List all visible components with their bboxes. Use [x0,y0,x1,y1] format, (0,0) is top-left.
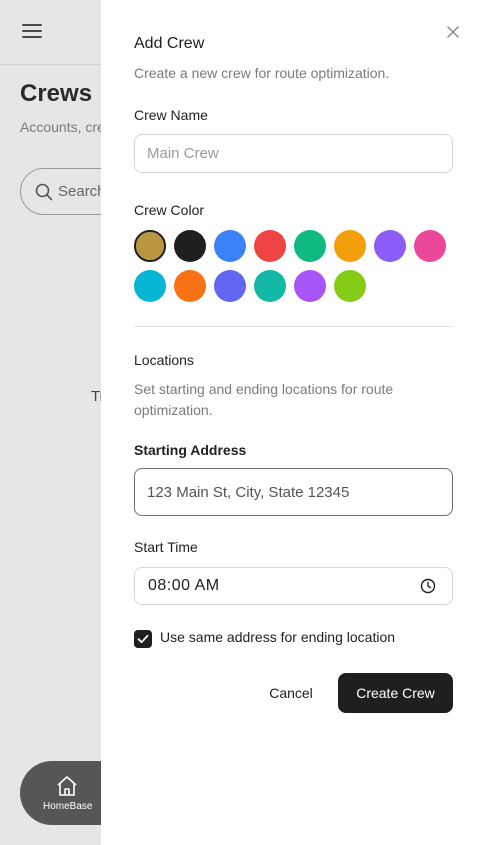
color-swatch[interactable] [214,230,246,262]
divider [134,326,453,327]
close-icon[interactable] [445,24,461,40]
cancel-button[interactable]: Cancel [259,673,323,713]
menu-icon[interactable] [22,24,42,40]
color-swatch[interactable] [254,270,286,302]
color-swatch[interactable] [334,230,366,262]
start-time-input[interactable]: 08:00 AM [134,567,453,605]
starting-address-input[interactable] [134,468,453,516]
create-crew-button[interactable]: Create Crew [338,673,453,713]
check-icon [137,634,149,644]
home-icon [57,776,77,796]
page-title: Crews [20,80,93,107]
drawer-title: Add Crew [134,35,205,52]
locations-description: Set starting and ending locations for ro… [134,381,394,418]
color-swatch[interactable] [374,230,406,262]
drawer-subtitle: Create a new crew for route optimization… [134,65,390,81]
color-swatch[interactable] [334,270,366,302]
search-icon [35,183,53,201]
color-swatch[interactable] [174,270,206,302]
add-crew-drawer: Add Crew Create a new crew for route opt… [101,0,500,845]
clock-icon[interactable] [420,578,436,594]
color-swatch[interactable] [294,270,326,302]
color-swatch[interactable] [254,230,286,262]
locations-title: Locations [134,352,194,368]
starting-address-label: Starting Address [134,442,247,458]
color-swatch[interactable] [414,230,446,262]
search-placeholder: Search [58,183,106,200]
same-address-checkbox[interactable] [134,630,152,648]
start-time-label: Start Time [134,539,198,555]
crew-color-label: Crew Color [134,202,205,218]
color-swatch[interactable] [134,230,166,262]
crew-name-label: Crew Name [134,107,208,123]
same-address-label: Use same address for ending location [160,629,396,645]
color-swatch[interactable] [174,230,206,262]
crew-name-input[interactable] [134,134,453,173]
color-swatch[interactable] [294,230,326,262]
start-time-value: 08:00 AM [148,577,220,594]
color-swatch[interactable] [134,270,166,302]
color-swatch[interactable] [214,270,246,302]
page-subtitle: Accounts, cre business. [20,119,110,135]
nav-home-label: HomeBase [43,801,93,812]
